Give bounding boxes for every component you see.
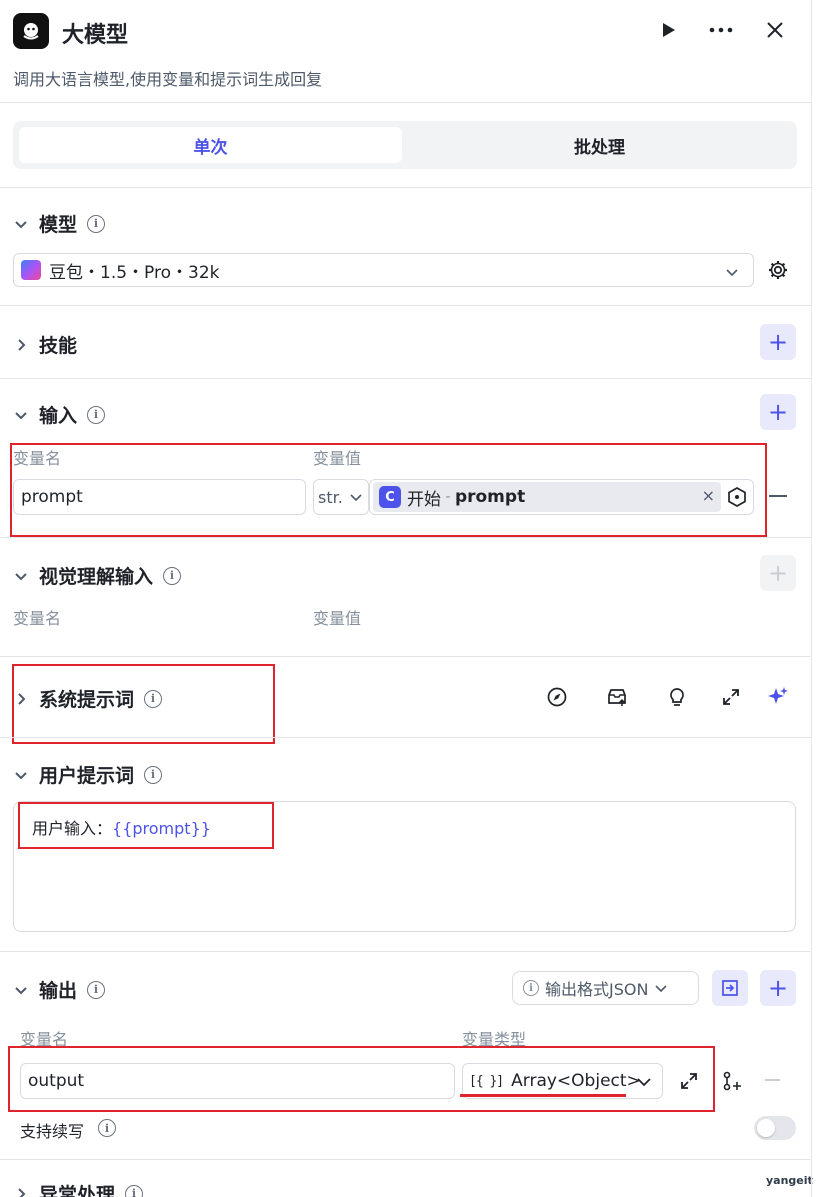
chevron-right-icon [18,338,26,351]
highlight-box-system-prompt [12,664,275,744]
add-input-button[interactable]: + [760,394,796,430]
output-format-select[interactable]: i 输出格式JSON [512,971,699,1005]
visual-input-section-title: 视觉理解输入 [39,566,154,588]
prompt-library-icon[interactable] [604,684,630,710]
chevron-down-icon [15,220,27,228]
highlight-box-user-prompt [18,802,274,849]
more-icon[interactable] [708,17,734,43]
chevron-down-icon [726,269,738,277]
doubao-logo-icon [21,260,41,280]
tab-single-label: 单次 [193,137,228,158]
model-select[interactable]: 豆包・1.5・Pro・32k [13,253,754,287]
chevron-down-icon [15,572,27,580]
info-icon[interactable]: i [144,765,163,784]
visual-input-section-header[interactable]: 视觉理解输入 i [13,562,182,589]
user-prompt-section-title: 用户提示词 [39,765,135,787]
info-icon: i [523,980,539,996]
import-icon [722,980,738,996]
tab-batch[interactable]: 批处理 [408,127,791,163]
add-output-button[interactable]: + [760,970,796,1006]
visual-col-name: 变量名 [13,609,62,628]
streaming-label: 支持续写 [20,1122,85,1141]
remove-output-row-icon[interactable] [765,1079,780,1081]
mode-tabs: 单次 批处理 [13,121,797,169]
expand-icon[interactable] [718,684,744,710]
info-icon[interactable]: i [98,1119,116,1137]
info-icon[interactable]: i [125,1184,144,1197]
remove-input-row-icon[interactable] [769,495,787,497]
streaming-toggle[interactable] [754,1116,796,1140]
panel-right-border [811,0,812,1197]
info-icon[interactable]: i [87,980,106,999]
highlight-box-input [10,443,767,537]
info-icon[interactable]: i [87,214,106,233]
chevron-down-icon [655,985,668,993]
node-description: 调用大语言模型,使用变量和提示词生成回复 [13,70,323,89]
model-section-title: 模型 [39,214,78,236]
watermark: yangeit [766,1174,813,1187]
lightbulb-icon[interactable] [664,684,690,710]
ai-sparkle-icon[interactable] [765,684,791,710]
model-section-header[interactable]: 模型 i [13,210,106,237]
add-skill-button[interactable]: + [760,324,796,360]
output-section-title: 输出 [39,980,78,1002]
add-visual-input-button[interactable]: + [760,555,796,591]
import-output-button[interactable] [712,970,748,1006]
add-child-field-icon[interactable] [719,1068,745,1094]
output-format-label: 输出格式JSON [545,980,649,999]
chevron-down-icon [15,771,27,779]
chevron-down-icon [15,986,27,994]
user-prompt-section-header[interactable]: 用户提示词 i [13,761,163,788]
exception-section-header[interactable]: 异常处理 i [13,1180,144,1197]
node-logo-icon [13,13,49,49]
output-section-header[interactable]: 输出 i [13,976,106,1003]
model-settings-gear-icon[interactable] [765,257,791,283]
close-icon[interactable] [762,17,788,43]
info-icon[interactable]: i [163,566,182,585]
run-icon[interactable] [655,17,681,43]
node-title: 大模型 [62,23,129,48]
visual-col-value: 变量值 [313,609,362,628]
input-section-title: 输入 [39,405,78,427]
toggle-knob [757,1119,775,1137]
model-select-value: 豆包・1.5・Pro・32k [49,262,220,283]
compass-icon[interactable] [544,684,570,710]
tab-batch-label: 批处理 [574,137,625,158]
exception-section-title: 异常处理 [39,1184,116,1197]
chevron-right-icon [18,1187,26,1197]
chevron-down-icon [15,411,27,419]
tab-single[interactable]: 单次 [19,127,402,163]
highlight-box-output [8,1046,715,1112]
skills-section-header[interactable]: 技能 [13,331,77,358]
skills-section-title: 技能 [39,335,78,357]
input-section-header[interactable]: 输入 i [13,401,106,428]
info-icon[interactable]: i [87,405,106,424]
